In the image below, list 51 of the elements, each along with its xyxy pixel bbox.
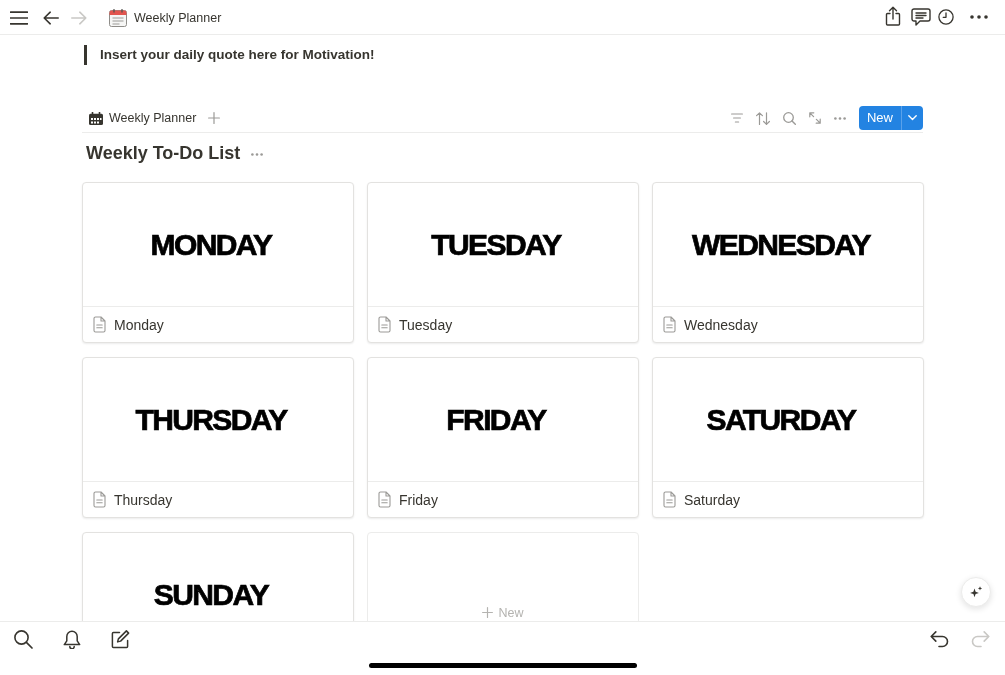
cover-text: TUESDAY: [431, 227, 561, 262]
dropdown-button[interactable]: [901, 106, 923, 130]
search-icon[interactable]: [14, 629, 33, 649]
database-title: Weekly To-Do List: [86, 142, 241, 165]
calendar-icon: [89, 111, 103, 125]
card-title: Tuesday: [399, 316, 453, 333]
gallery-card[interactable]: MONDAY Monday: [82, 182, 354, 343]
cover-text: SUNDAY: [153, 577, 269, 612]
page-icon: [93, 316, 106, 333]
plus-icon: [482, 607, 494, 618]
sparkle-icon: [969, 585, 983, 599]
card-title: Friday: [399, 491, 438, 508]
calendar-icon: [109, 8, 127, 27]
page-icon: [663, 316, 676, 333]
page-icon: [378, 316, 391, 333]
card-title: Saturday: [684, 491, 741, 508]
menu-icon[interactable]: [10, 11, 28, 25]
cover-text: FRIDAY: [446, 402, 546, 437]
compose-icon[interactable]: [111, 629, 130, 649]
gallery-card[interactable]: THURSDAY Thursday: [82, 357, 354, 518]
page-icon: [378, 491, 391, 508]
share-icon[interactable]: [885, 6, 901, 26]
chevron-down-icon: [908, 115, 917, 121]
card-title: Monday: [114, 316, 164, 333]
cover-text: THURSDAY: [135, 402, 287, 437]
page-icon: [93, 491, 106, 508]
ai-button[interactable]: [961, 577, 991, 607]
clock-icon[interactable]: [938, 9, 954, 25]
gallery-card[interactable]: SUNDAY: [82, 532, 354, 621]
quote-block: Insert your daily quote here for Motivation!: [84, 45, 375, 65]
plus-icon[interactable]: [208, 112, 221, 124]
card-title: Wednesday: [684, 316, 758, 333]
expand-icon[interactable]: [809, 112, 821, 124]
new-button[interactable]: New: [859, 106, 901, 130]
view-tab[interactable]: Weekly Planner: [89, 106, 197, 130]
comment-icon[interactable]: [911, 8, 931, 26]
gallery-card[interactable]: TUESDAY Tuesday: [367, 182, 639, 343]
page-title: Weekly Planner: [134, 10, 222, 25]
cover-text: SATURDAY: [706, 402, 856, 437]
back-arrow-icon[interactable]: [43, 11, 59, 25]
gallery-card[interactable]: WEDNESDAY Wednesday: [652, 182, 924, 343]
sort-icon[interactable]: [756, 111, 770, 125]
undo-icon[interactable]: [930, 630, 949, 648]
page-icon: [663, 491, 676, 508]
more-icon[interactable]: [970, 15, 988, 19]
gallery-card[interactable]: SATURDAY Saturday: [652, 357, 924, 518]
card-title: Thursday: [114, 491, 173, 508]
gallery-card[interactable]: FRIDAY Friday: [367, 357, 639, 518]
bell-icon[interactable]: [63, 629, 81, 649]
cover-text: MONDAY: [150, 227, 272, 262]
cover-text: WEDNESDAY: [692, 227, 870, 262]
